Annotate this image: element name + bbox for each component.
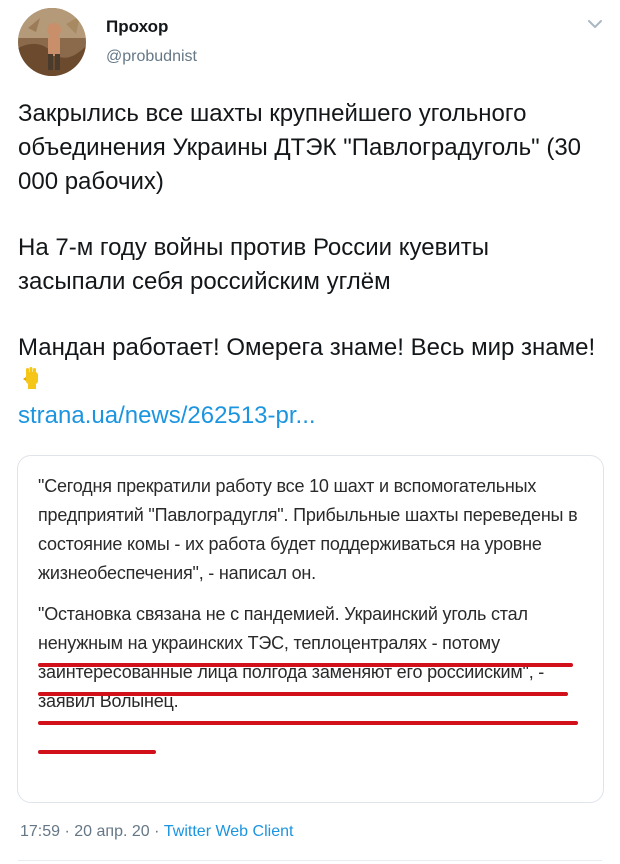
tweet-source[interactable]: Twitter Web Client (164, 823, 294, 840)
red-underline (38, 692, 568, 696)
tweet-paragraph-text: Мандан работает! Омерега знаме! Весь мир… (18, 334, 596, 361)
quote-text: "Сегодня прекратили работу все 10 шахт и… (38, 472, 583, 716)
avatar[interactable] (18, 8, 86, 76)
separator: · (154, 823, 160, 840)
user-name[interactable]: Прохор (106, 17, 168, 37)
tweet-meta: 17:59 · 20 апр. 20 · Twitter Web Client (20, 823, 293, 841)
tweet-time[interactable]: 17:59 (20, 823, 60, 840)
raised-fist-icon (22, 366, 42, 400)
tweet-date[interactable]: 20 апр. 20 (74, 823, 149, 840)
separator: · (64, 823, 70, 840)
red-underline (38, 721, 578, 725)
tweet-header: Прохор @probudnist (0, 0, 620, 90)
chevron-down-icon[interactable] (587, 18, 603, 30)
quote-paragraph: "Сегодня прекратили работу все 10 шахт и… (38, 476, 578, 583)
divider (18, 860, 602, 861)
tweet-paragraph: Закрылись все шахты крупнейшего угольног… (18, 100, 582, 195)
red-underline (38, 750, 156, 754)
tweet-paragraph: Мандан работает! Омерега знаме! Весь мир… (18, 331, 598, 400)
tweet-paragraph: На 7-м году войны против России куевиты … (18, 234, 489, 295)
user-handle[interactable]: @probudnist (106, 48, 197, 66)
quote-paragraph-underlined: "Остановка связана не с пандемией. Украи… (38, 604, 545, 711)
red-underline (38, 663, 573, 667)
tweet-text: Закрылись все шахты крупнейшего угольног… (18, 97, 598, 432)
article-link[interactable]: strana.ua/news/262513-pr... (18, 400, 598, 432)
tweet: Прохор @probudnist Закрылись все шахты к… (0, 0, 620, 864)
quote-card[interactable]: "Сегодня прекратили работу все 10 шахт и… (17, 455, 604, 803)
